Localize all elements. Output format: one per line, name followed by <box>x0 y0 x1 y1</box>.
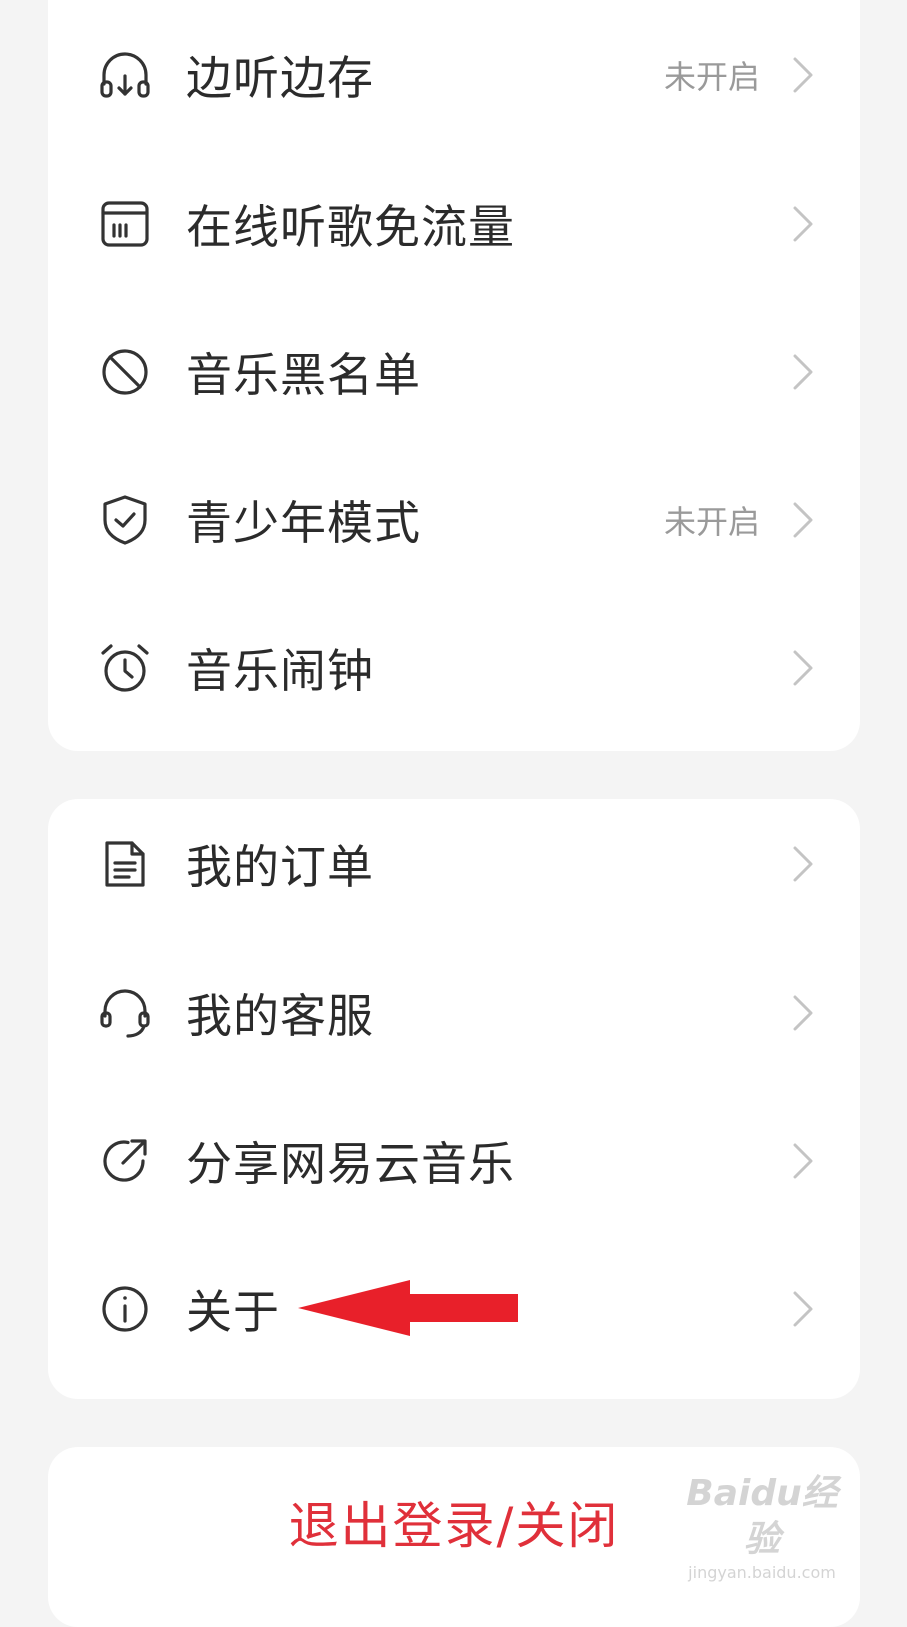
headphones-download-icon <box>98 48 152 102</box>
sim-card-icon <box>98 197 152 251</box>
row-listen-and-save[interactable]: 边听边存 未开启 <box>48 0 860 150</box>
chevron-right-icon <box>790 55 816 95</box>
watermark-url: jingyan.baidu.com <box>688 1563 836 1582</box>
alarm-clock-icon <box>98 641 152 695</box>
chevron-right-icon <box>790 844 816 884</box>
share-icon <box>98 1134 152 1188</box>
row-label: 我的客服 <box>186 989 374 1043</box>
row-label: 我的订单 <box>186 840 374 894</box>
row-label: 在线听歌免流量 <box>186 200 515 254</box>
row-customer-service[interactable]: 我的客服 <box>48 938 860 1088</box>
watermark-logo: Baidu经验 <box>686 1473 838 1560</box>
row-label: 青少年模式 <box>186 496 421 550</box>
row-label: 关于 <box>186 1285 280 1339</box>
row-label: 音乐闹钟 <box>186 644 374 698</box>
chevron-right-icon <box>790 352 816 392</box>
chevron-right-icon <box>790 204 816 244</box>
row-music-alarm[interactable]: 音乐闹钟 <box>48 593 860 743</box>
chevron-right-icon <box>790 1141 816 1181</box>
shield-check-icon <box>98 493 152 547</box>
chevron-right-icon <box>790 993 816 1033</box>
annotation-arrow <box>298 1280 518 1336</box>
row-share-app[interactable]: 分享网易云音乐 <box>48 1086 860 1236</box>
row-label: 边听边存 <box>186 51 374 105</box>
chevron-right-icon <box>790 1289 816 1329</box>
logout-label: 退出登录/关闭 <box>288 1497 620 1555</box>
headset-icon <box>98 986 152 1040</box>
row-label: 分享网易云音乐 <box>186 1137 515 1191</box>
status-text: 未开启 <box>663 503 760 541</box>
chevron-right-icon <box>790 648 816 688</box>
status-text: 未开启 <box>663 58 760 96</box>
settings-card-general: 边听边存 未开启 在线听歌免流量 音乐黑名单 青少年模式 未开启 音乐闹钟 <box>48 0 860 751</box>
block-icon <box>98 345 152 399</box>
row-data-free-streaming[interactable]: 在线听歌免流量 <box>48 149 860 299</box>
document-icon <box>98 837 152 891</box>
chevron-right-icon <box>790 500 816 540</box>
row-music-blacklist[interactable]: 音乐黑名单 <box>48 297 860 447</box>
baidu-jingyan-watermark: Baidu经验 jingyan.baidu.com <box>677 1471 847 1582</box>
info-icon <box>98 1282 152 1336</box>
row-label: 音乐黑名单 <box>186 348 421 402</box>
row-teen-mode[interactable]: 青少年模式 未开启 <box>48 445 860 595</box>
row-my-orders[interactable]: 我的订单 <box>48 789 860 939</box>
